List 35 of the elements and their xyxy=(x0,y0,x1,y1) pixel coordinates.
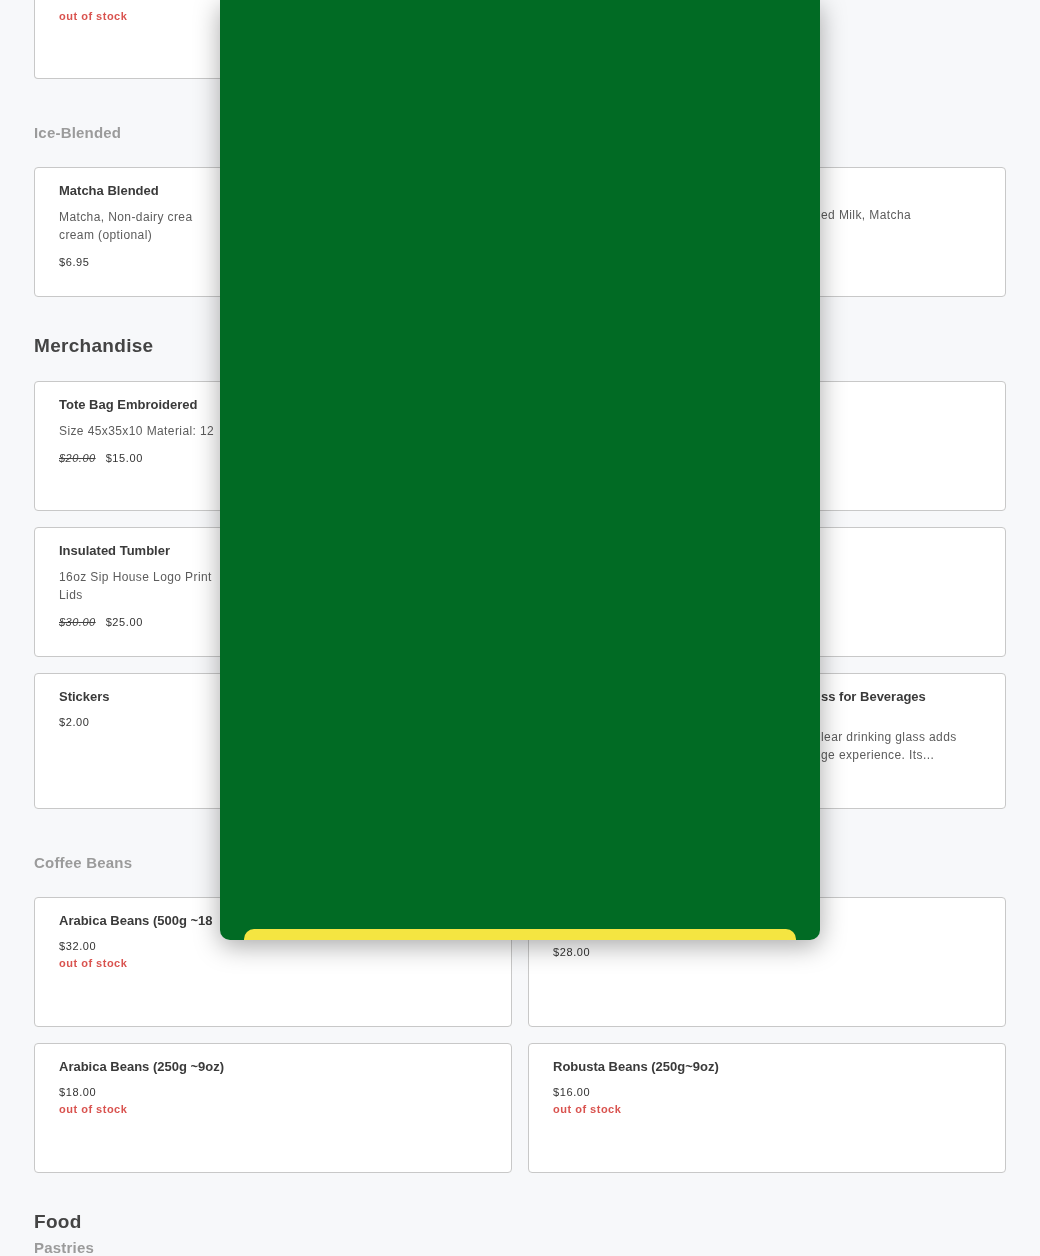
product-card[interactable]: Robusta Beans (250g~9oz) $16.00 out of stock xyxy=(528,1043,1006,1173)
product-name: Robusta Beans (250g~9oz) xyxy=(553,1058,719,1076)
product-price: $18.00 xyxy=(59,1085,97,1100)
product-description: lear drinking glass adds ge experience. Its... xyxy=(821,729,957,764)
out-of-stock-label: out of stock xyxy=(59,1102,128,1117)
category-heading: Food xyxy=(34,1210,82,1234)
original-price: $30.00 xyxy=(59,615,96,630)
product-name: Arabica Beans (250g ~9oz) xyxy=(59,1058,225,1076)
product-price: $6.95 xyxy=(59,255,90,270)
product-description: 16oz Sip House Logo Print Lids xyxy=(59,569,212,604)
product-name: Arabica Beans (500g ~18 xyxy=(59,912,213,930)
product-name: Matcha Blended xyxy=(59,182,159,200)
product-price: $25.00 xyxy=(105,615,143,630)
out-of-stock-label: out of stock xyxy=(59,956,128,971)
product-price: $32.00 xyxy=(59,939,97,954)
product-name: Tote Bag Embroidered xyxy=(59,396,198,414)
product-name: Stickers xyxy=(59,688,110,706)
subcategory-heading: Ice-Blended xyxy=(34,125,122,141)
subcategory-heading: Pastries xyxy=(34,1240,94,1256)
category-heading: Merchandise xyxy=(34,334,154,358)
product-price: $16.00 xyxy=(553,1085,591,1100)
product-description: ed Milk, Matcha xyxy=(821,207,912,224)
partial-button[interactable] xyxy=(244,929,796,940)
product-description: Matcha, Non-dairy crea cream (optional) xyxy=(59,209,193,244)
original-price: $20.00 xyxy=(59,451,96,466)
subcategory-heading: Coffee Beans xyxy=(34,855,133,871)
product-description: Size 45x35x10 Material: 12 xyxy=(59,423,215,440)
product-name: Insulated Tumbler xyxy=(59,542,170,560)
out-of-stock-label: out of stock xyxy=(553,1102,622,1117)
out-of-stock-label: out of stock xyxy=(59,9,128,24)
product-name: ss for Beverages xyxy=(821,688,926,706)
product-price: $28.00 xyxy=(553,945,591,960)
product-price: $2.00 xyxy=(59,715,90,730)
product-price: $15.00 xyxy=(105,451,143,466)
product-card[interactable]: Arabica Beans (250g ~9oz) $18.00 out of stock xyxy=(34,1043,512,1173)
